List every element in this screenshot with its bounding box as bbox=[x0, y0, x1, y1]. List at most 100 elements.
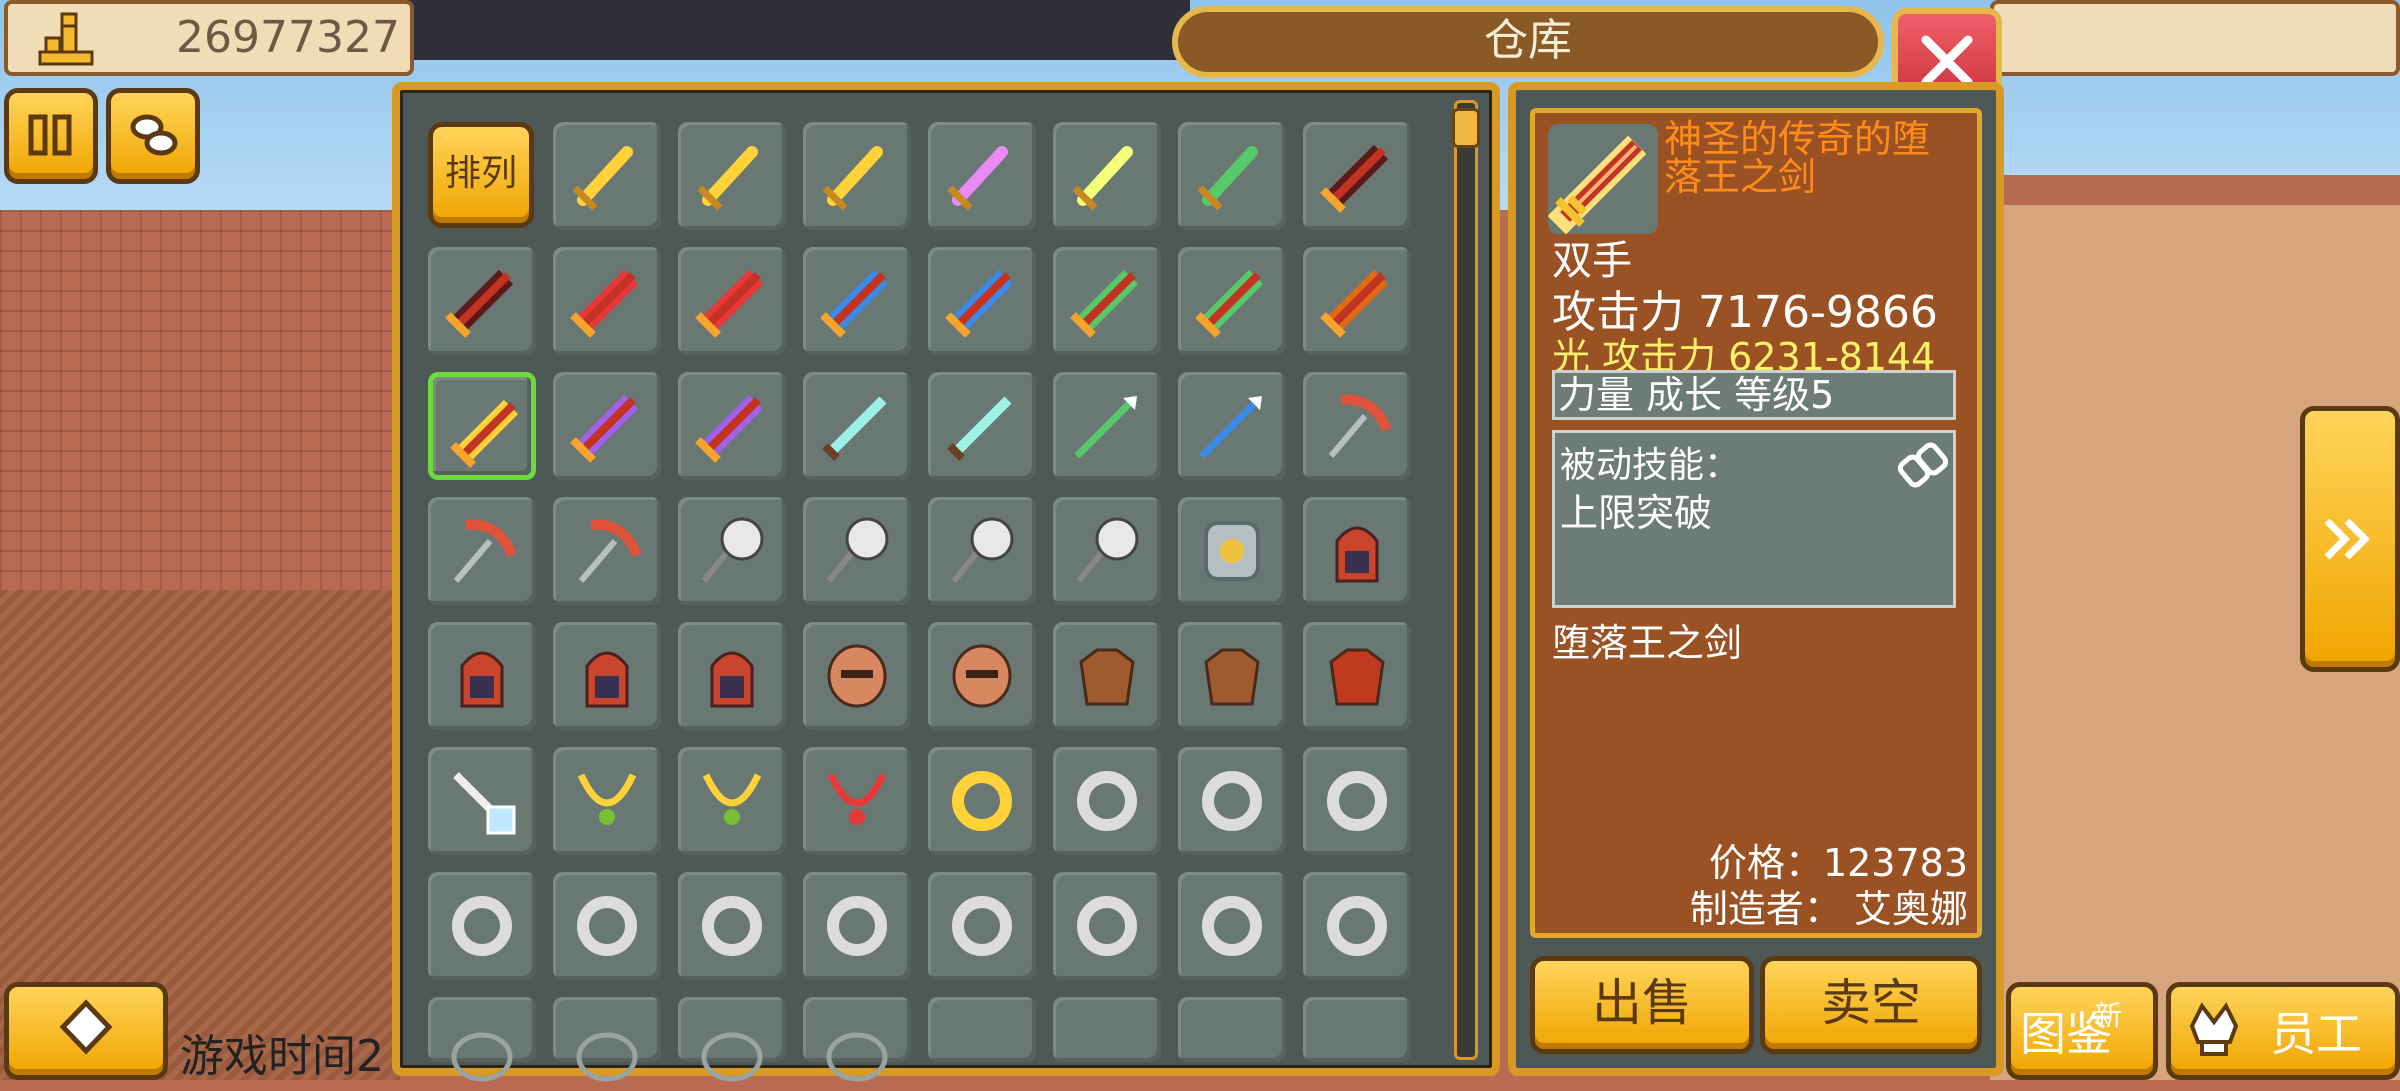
pickaxe-icon bbox=[453, 519, 517, 583]
spear-green-icon bbox=[1074, 395, 1138, 459]
next-page-button[interactable] bbox=[2300, 406, 2400, 672]
empty-slot[interactable] bbox=[1303, 997, 1411, 1062]
inventory-slot[interactable] bbox=[928, 122, 1036, 230]
inventory-slot[interactable] bbox=[1178, 497, 1286, 605]
sword-gold-icon bbox=[697, 146, 758, 211]
inventory-slot[interactable] bbox=[1178, 622, 1286, 730]
inventory-slot[interactable] bbox=[1053, 497, 1161, 605]
inventory-slot[interactable] bbox=[678, 872, 786, 980]
inventory-slot[interactable] bbox=[803, 372, 911, 480]
greatsword-red-icon bbox=[570, 269, 639, 338]
inventory-slot[interactable] bbox=[1053, 372, 1161, 480]
inventory-slot[interactable] bbox=[428, 372, 536, 480]
inventory-slot[interactable] bbox=[1178, 372, 1286, 480]
inventory-slot[interactable] bbox=[1303, 497, 1411, 605]
money-value: 26977327 bbox=[176, 12, 400, 63]
new-badge: 新 bbox=[2094, 999, 2123, 1032]
inventory-slot[interactable] bbox=[428, 747, 536, 855]
inventory-slot[interactable] bbox=[428, 247, 536, 355]
greatsword-gold-icon bbox=[450, 399, 519, 468]
greatsword-dark-icon bbox=[1320, 144, 1389, 213]
inventory-slot[interactable] bbox=[428, 622, 536, 730]
scroll-thumb[interactable] bbox=[1452, 108, 1480, 148]
helmet-copper-icon bbox=[952, 644, 1012, 708]
greatsword-orange-icon bbox=[1320, 269, 1389, 338]
ring-silver-icon bbox=[702, 896, 762, 956]
inventory-slot[interactable] bbox=[803, 997, 911, 1082]
inventory-slot[interactable] bbox=[428, 872, 536, 980]
inventory-slot[interactable] bbox=[678, 747, 786, 855]
inventory-slot[interactable] bbox=[1303, 872, 1411, 980]
inventory-slot[interactable] bbox=[553, 997, 661, 1082]
inventory-slot[interactable] bbox=[928, 622, 1036, 730]
inventory-slot[interactable] bbox=[803, 247, 911, 355]
inventory-slot[interactable] bbox=[1303, 622, 1411, 730]
inventory-slot[interactable] bbox=[1303, 122, 1411, 230]
empty-slot[interactable] bbox=[1178, 997, 1286, 1062]
ring-silver-icon bbox=[1077, 771, 1137, 831]
inventory-slot[interactable] bbox=[928, 747, 1036, 855]
inventory-slot[interactable] bbox=[553, 747, 661, 855]
inventory-slot[interactable] bbox=[553, 622, 661, 730]
greatsword-dark-icon bbox=[445, 269, 514, 338]
game-time: 游戏时间2 bbox=[180, 1031, 384, 1082]
inventory-slot[interactable] bbox=[1053, 872, 1161, 980]
ring-silver-icon bbox=[452, 896, 512, 956]
inventory-slot[interactable] bbox=[1178, 122, 1286, 230]
armor-leather-icon bbox=[1079, 648, 1135, 706]
pause-button[interactable] bbox=[4, 88, 98, 184]
inventory-slot[interactable] bbox=[928, 247, 1036, 355]
inventory-slot[interactable] bbox=[1178, 872, 1286, 980]
inventory-slot[interactable] bbox=[553, 497, 661, 605]
night-strip bbox=[390, 0, 1190, 60]
greatsword-blue-icon bbox=[820, 269, 889, 338]
coins-button[interactable] bbox=[106, 88, 200, 184]
inventory-slot[interactable] bbox=[1053, 122, 1161, 230]
move-button[interactable] bbox=[4, 982, 168, 1080]
sword-gold-icon bbox=[822, 146, 883, 211]
inventory-slot[interactable] bbox=[803, 122, 911, 230]
inventory-slot[interactable] bbox=[428, 497, 536, 605]
inventory-slot[interactable] bbox=[678, 372, 786, 480]
necklace-red-icon bbox=[827, 773, 887, 825]
inventory-slot[interactable] bbox=[1303, 372, 1411, 480]
inventory-slot[interactable] bbox=[803, 497, 911, 605]
inventory-slot[interactable] bbox=[1053, 622, 1161, 730]
inventory-slot[interactable] bbox=[1053, 747, 1161, 855]
link-icon[interactable] bbox=[1897, 440, 1949, 494]
inventory-slot[interactable] bbox=[928, 372, 1036, 480]
ring-silver-icon bbox=[1202, 896, 1262, 956]
inventory-slot[interactable] bbox=[1178, 247, 1286, 355]
scrollbar[interactable] bbox=[1454, 100, 1478, 1060]
coins-icon bbox=[130, 114, 178, 156]
inventory-slot[interactable] bbox=[678, 997, 786, 1082]
inventory-slot[interactable] bbox=[678, 122, 786, 230]
inventory-slot[interactable] bbox=[803, 622, 911, 730]
inventory-slot[interactable] bbox=[553, 122, 661, 230]
inventory-slot[interactable] bbox=[803, 747, 911, 855]
inventory-slot[interactable] bbox=[678, 247, 786, 355]
rope-icon bbox=[576, 1032, 638, 1082]
inventory-slot[interactable] bbox=[553, 872, 661, 980]
inventory-slot[interactable] bbox=[1303, 247, 1411, 355]
empty-slot[interactable] bbox=[1053, 997, 1161, 1062]
inventory-slot[interactable] bbox=[1178, 747, 1286, 855]
item-maker: 制造者： 艾奥娜 bbox=[1689, 887, 1968, 931]
top-right-bar bbox=[1990, 0, 2400, 76]
necklace-gold-icon bbox=[577, 773, 637, 825]
inventory-slot[interactable] bbox=[803, 872, 911, 980]
inventory-slot[interactable] bbox=[678, 622, 786, 730]
inventory-slot[interactable] bbox=[678, 497, 786, 605]
sword-green-icon bbox=[1197, 146, 1258, 211]
inventory-slot[interactable] bbox=[553, 372, 661, 480]
passive-skill-name: 上限突破 bbox=[1560, 491, 1713, 535]
inventory-slot[interactable] bbox=[1303, 747, 1411, 855]
empty-slot[interactable] bbox=[928, 997, 1036, 1062]
inventory-slot[interactable] bbox=[928, 872, 1036, 980]
inventory-slot[interactable] bbox=[553, 247, 661, 355]
inventory-slot[interactable] bbox=[928, 497, 1036, 605]
ring-silver-icon bbox=[1077, 896, 1137, 956]
inventory-slot[interactable] bbox=[428, 997, 536, 1082]
inventory-slot[interactable] bbox=[1053, 247, 1161, 355]
pickaxe-icon bbox=[578, 519, 642, 583]
